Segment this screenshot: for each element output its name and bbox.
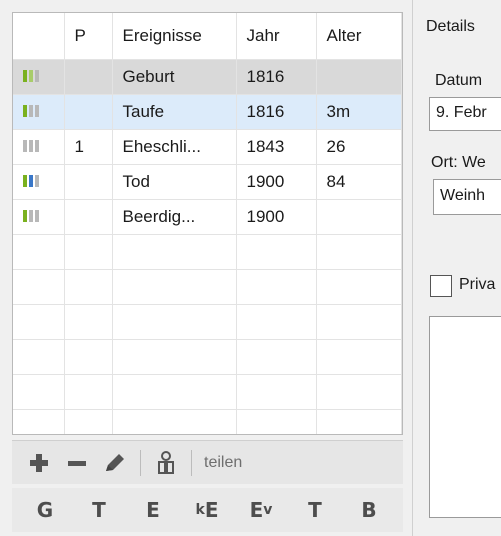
type-button-e[interactable]: E	[126, 492, 180, 528]
place-label: Ort: We	[431, 154, 486, 171]
cell-age: 84	[316, 164, 402, 200]
table-row[interactable]	[13, 339, 402, 375]
date-field[interactable]: 9. Febr	[429, 97, 501, 131]
type-button-ke-prefix: k	[195, 502, 205, 518]
header-indicator[interactable]	[13, 13, 65, 60]
cell-age: 3m	[316, 94, 402, 130]
table-row[interactable]	[13, 269, 402, 305]
private-checkbox[interactable]	[430, 275, 452, 297]
quality-indicator	[13, 129, 65, 165]
toolbar-divider	[140, 449, 141, 476]
table-header-row: P Ereignisse Jahr Alter	[13, 13, 402, 60]
table-row[interactable]	[13, 409, 402, 434]
table-row[interactable]	[13, 234, 402, 270]
cell-event: Taufe	[112, 94, 237, 130]
cell-p	[64, 199, 113, 235]
type-button-t2[interactable]: T	[288, 492, 342, 528]
minus-icon[interactable]	[58, 446, 96, 480]
type-button-ke-letter: E	[204, 498, 219, 522]
type-button-ev[interactable]: Ev	[234, 492, 288, 528]
plus-icon[interactable]	[20, 446, 58, 480]
cell-p	[64, 59, 113, 95]
cell-age	[316, 199, 402, 235]
table-row[interactable]: Taufe 1816 3m	[13, 94, 402, 130]
cell-age	[316, 59, 402, 95]
cell-p	[64, 164, 113, 200]
date-label: Datum	[435, 72, 483, 89]
table-row[interactable]: 1 Eheschli... 1843 26	[13, 129, 402, 165]
cell-event: Beerdig...	[112, 199, 237, 235]
header-events[interactable]: Ereignisse	[112, 13, 237, 60]
quality-indicator	[13, 94, 65, 130]
table-row[interactable]: Beerdig... 1900	[13, 199, 402, 235]
cell-event: Eheschli...	[112, 129, 237, 165]
quality-indicator	[13, 164, 65, 200]
header-year[interactable]: Jahr	[236, 13, 317, 60]
table-row[interactable]	[13, 374, 402, 410]
cell-year: 1816	[236, 59, 317, 95]
share-button[interactable]: teilen	[198, 454, 242, 472]
type-button-ev-letter: E	[249, 498, 264, 522]
cell-year: 1900	[236, 199, 317, 235]
toolbar-divider	[191, 449, 192, 476]
type-button-ke[interactable]: kE	[180, 492, 234, 528]
type-button-t[interactable]: T	[72, 492, 126, 528]
event-type-toolbar: G T E kE Ev T B	[12, 488, 403, 532]
person-icon[interactable]	[147, 446, 185, 480]
cell-p: 1	[64, 129, 113, 165]
place-field[interactable]: Weinh	[433, 179, 501, 215]
quality-indicator	[13, 59, 65, 95]
table-row[interactable]	[13, 304, 402, 340]
header-p[interactable]: P	[64, 13, 113, 60]
table-row[interactable]: Geburt 1816	[13, 59, 402, 95]
pencil-icon[interactable]	[96, 446, 134, 480]
cell-age: 26	[316, 129, 402, 165]
header-age[interactable]: Alter	[316, 13, 402, 60]
edit-toolbar: teilen	[12, 440, 403, 484]
details-title: Details	[426, 18, 475, 35]
cell-year: 1900	[236, 164, 317, 200]
cell-event: Tod	[112, 164, 237, 200]
notes-textarea[interactable]	[429, 316, 501, 518]
type-button-g[interactable]: G	[18, 492, 72, 528]
cell-event: Geburt	[112, 59, 237, 95]
table-row[interactable]: Tod 1900 84	[13, 164, 402, 200]
cell-year: 1843	[236, 129, 317, 165]
details-panel: Details Datum 9. Febr Ort: We Weinh Priv…	[412, 0, 501, 536]
cell-p	[64, 94, 113, 130]
private-label: Priva	[459, 276, 496, 293]
cell-year: 1816	[236, 94, 317, 130]
quality-indicator	[13, 199, 65, 235]
events-table[interactable]: P Ereignisse Jahr Alter Geburt 1816 Tauf…	[12, 12, 403, 435]
type-button-ev-suffix: v	[263, 502, 273, 518]
type-button-b[interactable]: B	[342, 492, 396, 528]
